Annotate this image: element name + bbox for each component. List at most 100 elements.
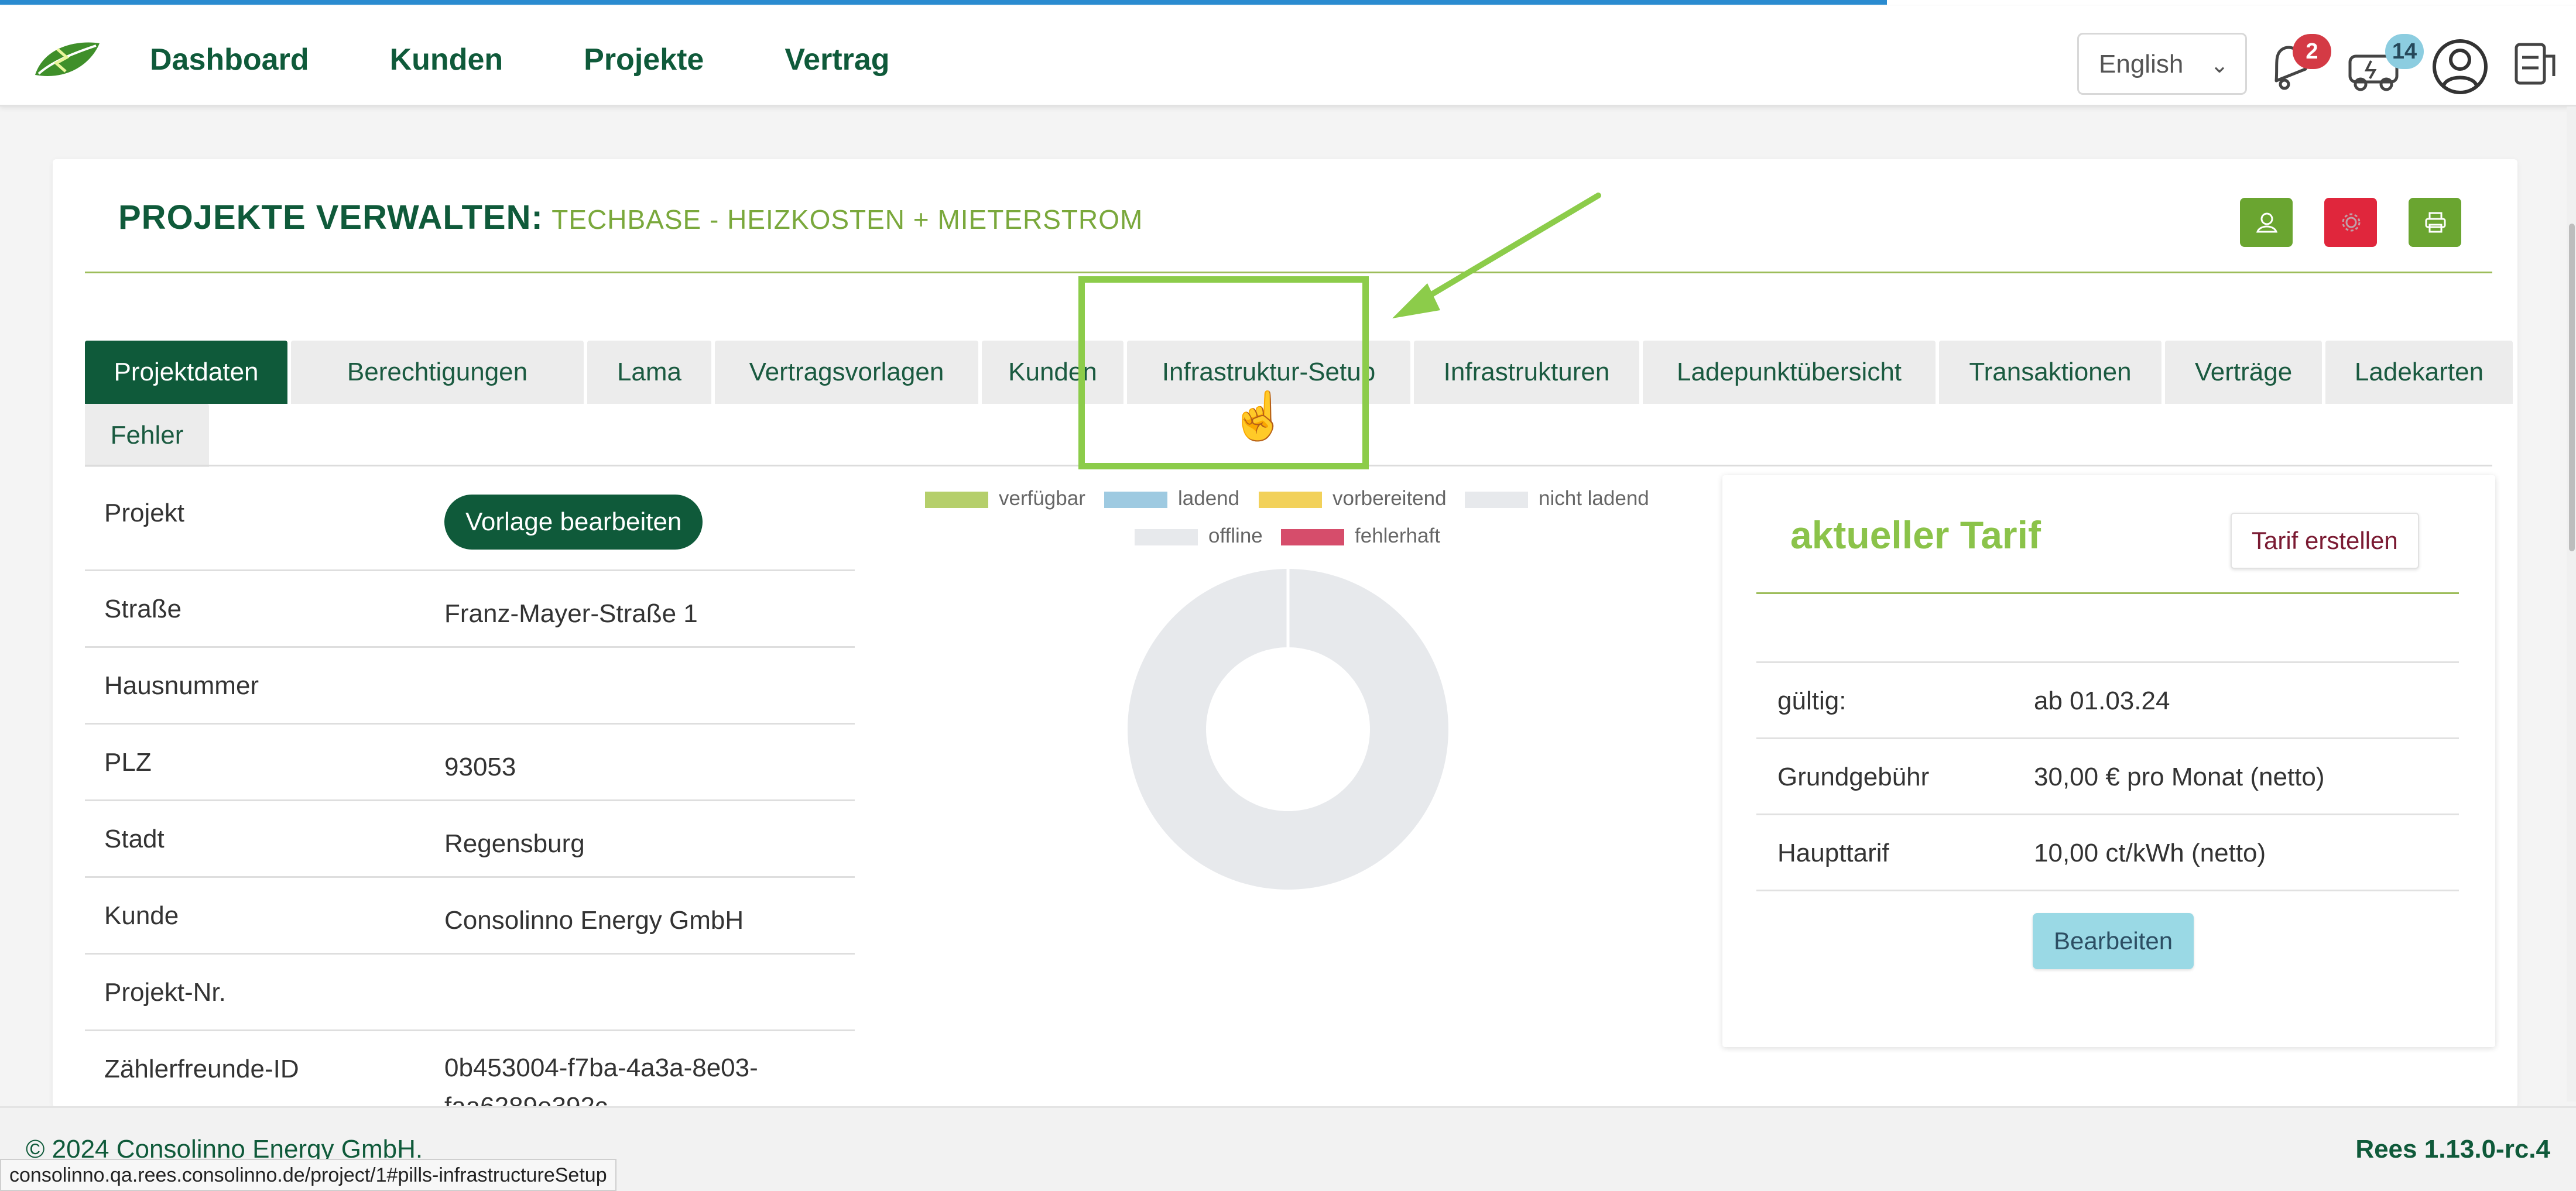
legend-label: offline	[1208, 524, 1263, 547]
leaf-logo[interactable]	[33, 40, 102, 82]
status-bar-url: consolinno.qa.rees.consolinno.de/project…	[0, 1159, 616, 1191]
table-row: Kunde Consolinno Energy GmbH	[85, 878, 855, 955]
tariff-row: Grundgebühr 30,00 € pro Monat (netto)	[1756, 737, 2459, 814]
page-title-main: PROJEKTE VERWALTEN:	[118, 198, 543, 236]
navbar: Dashboard Kunden Projekte Vertrag Englis…	[0, 6, 2576, 107]
charging-badge: 14	[2385, 34, 2424, 69]
legend-swatch	[1465, 491, 1528, 508]
status-donut-chart	[1127, 569, 1448, 890]
table-row: Hausnummer	[85, 648, 855, 725]
tariff-panel: aktueller Tarif Tarif erstellen gültig: …	[1722, 475, 2495, 1047]
tab-ladekarten[interactable]: Ladekarten	[2325, 341, 2513, 404]
tariff-value: 30,00 € pro Monat (netto)	[2034, 763, 2325, 791]
legend-item-ladend: ladend	[1104, 487, 1239, 510]
tab-ladepunktuebersicht[interactable]: Ladepunktübersicht	[1643, 341, 1936, 404]
language-value: English	[2099, 50, 2184, 78]
tab-fehler[interactable]: Fehler	[85, 404, 209, 467]
legend-item-fehlerhaft: fehlerhaft	[1281, 524, 1440, 548]
legend-swatch	[925, 491, 988, 508]
table-row: Projekt Vorlage bearbeiten	[85, 475, 855, 571]
page-title: PROJEKTE VERWALTEN: TECHBASE - HEIZKOSTE…	[118, 198, 1143, 237]
tariff-title: aktueller Tarif	[1790, 513, 2041, 557]
legend-swatch	[1259, 491, 1322, 508]
legend-label: verfügbar	[999, 487, 1085, 510]
row-value: Consolinno Energy GmbH	[444, 906, 744, 935]
row-label: Projekt-Nr.	[104, 978, 226, 1007]
row-value: 93053	[444, 753, 516, 781]
row-label: Projekt	[104, 499, 184, 527]
tariff-row: gültig: ab 01.03.24	[1756, 661, 2459, 737]
gear-icon	[2342, 213, 2361, 232]
create-tariff-button[interactable]: Tarif erstellen	[2231, 513, 2419, 569]
tariff-key: Grundgebühr	[1777, 763, 1930, 791]
bell-icon[interactable]: 2	[2265, 34, 2331, 95]
hand-cursor-icon: ☝	[1229, 390, 1288, 442]
scrollbar[interactable]	[2567, 107, 2576, 1101]
legend-swatch	[1281, 528, 1344, 545]
tariff-value: ab 01.03.24	[2034, 687, 2170, 715]
settings-button[interactable]	[2324, 198, 2377, 247]
highlight-box	[1078, 276, 1369, 469]
legend-label: nicht ladend	[1539, 487, 1649, 510]
nav-kunden[interactable]: Kunden	[390, 42, 503, 77]
page-title-project: TECHBASE - HEIZKOSTEN + MIETERSTROM	[551, 204, 1143, 235]
project-card: PROJEKTE VERWALTEN: TECHBASE - HEIZKOSTE…	[53, 159, 2517, 1107]
user-icon	[2256, 212, 2278, 233]
table-row: PLZ 93053	[85, 725, 855, 801]
tab-vertragsvorlagen[interactable]: Vertragsvorlagen	[715, 341, 978, 404]
print-button[interactable]	[2409, 198, 2461, 247]
tab-berechtigungen[interactable]: Berechtigungen	[291, 341, 584, 404]
row-value: 0b453004-f7ba-4a3a-8e03-faa6289e392c	[444, 1053, 758, 1107]
table-row: Projekt-Nr.	[85, 955, 855, 1031]
legend-label: ladend	[1178, 487, 1240, 510]
nav-dashboard[interactable]: Dashboard	[150, 42, 309, 77]
tariff-row: Haupttarif 10,00 ct/kWh (netto)	[1756, 814, 2459, 890]
version-label: Rees 1.13.0-rc.4	[2355, 1135, 2550, 1163]
tariff-value: 10,00 ct/kWh (netto)	[2034, 839, 2266, 867]
legend-item-offline: offline	[1135, 524, 1263, 548]
row-label: Zählerfreunde-ID	[104, 1055, 299, 1083]
arrow-annotation	[1392, 193, 1601, 318]
language-select[interactable]: English ⌄	[2077, 33, 2247, 95]
row-value: Franz-Mayer-Straße 1	[444, 599, 698, 628]
row-label: PLZ	[104, 748, 152, 777]
row-label: Hausnummer	[104, 671, 259, 700]
tab-infrastrukturen[interactable]: Infrastrukturen	[1414, 341, 1639, 404]
row-label: Straße	[104, 595, 182, 623]
table-row: Zählerfreunde-ID 0b453004-f7ba-4a3a-8e03…	[85, 1031, 855, 1107]
notification-badge: 2	[2293, 34, 2331, 69]
legend-item-nicht-ladend: nicht ladend	[1465, 487, 1649, 510]
scrollbar-thumb[interactable]	[2569, 224, 2575, 551]
tariff-row-divider	[1756, 890, 2459, 891]
tariff-divider	[1756, 592, 2459, 594]
ev-charger-icon[interactable]: 14	[2344, 34, 2424, 95]
chevron-down-icon: ⌄	[2210, 53, 2229, 78]
row-label: Kunde	[104, 901, 179, 930]
legend-item-verfuegbar: verfügbar	[925, 487, 1085, 510]
tab-vertraege[interactable]: Verträge	[2165, 341, 2322, 404]
title-divider	[85, 272, 2492, 273]
row-value: Regensburg	[444, 829, 585, 858]
user-profile-icon[interactable]	[2432, 39, 2488, 95]
user-button[interactable]	[2240, 198, 2293, 247]
project-details-table: Projekt Vorlage bearbeiten Straße Franz-…	[85, 475, 855, 1107]
tab-transaktionen[interactable]: Transaktionen	[1939, 341, 2161, 404]
tariff-key: gültig:	[1777, 687, 1847, 715]
nav-projekte[interactable]: Projekte	[584, 42, 704, 77]
table-row: Stadt Regensburg	[85, 801, 855, 878]
tab-lama[interactable]: Lama	[587, 341, 711, 404]
tab-projektdaten[interactable]: Projektdaten	[85, 341, 287, 404]
legend-item-vorbereitend: vorbereitend	[1259, 487, 1447, 510]
legend-label: fehlerhaft	[1355, 524, 1440, 547]
legend-swatch	[1135, 528, 1198, 545]
car-charging-icon[interactable]	[2513, 39, 2560, 95]
edit-template-button[interactable]: Vorlage bearbeiten	[444, 495, 703, 550]
row-label: Stadt	[104, 825, 165, 853]
table-row: Straße Franz-Mayer-Straße 1	[85, 571, 855, 648]
printer-icon	[2425, 212, 2446, 233]
nav-vertrag[interactable]: Vertrag	[785, 42, 889, 77]
tariff-key: Haupttarif	[1777, 839, 1889, 867]
loading-bar	[0, 0, 1887, 5]
legend-swatch	[1104, 491, 1167, 508]
edit-tariff-button[interactable]: Bearbeiten	[2033, 913, 2194, 969]
